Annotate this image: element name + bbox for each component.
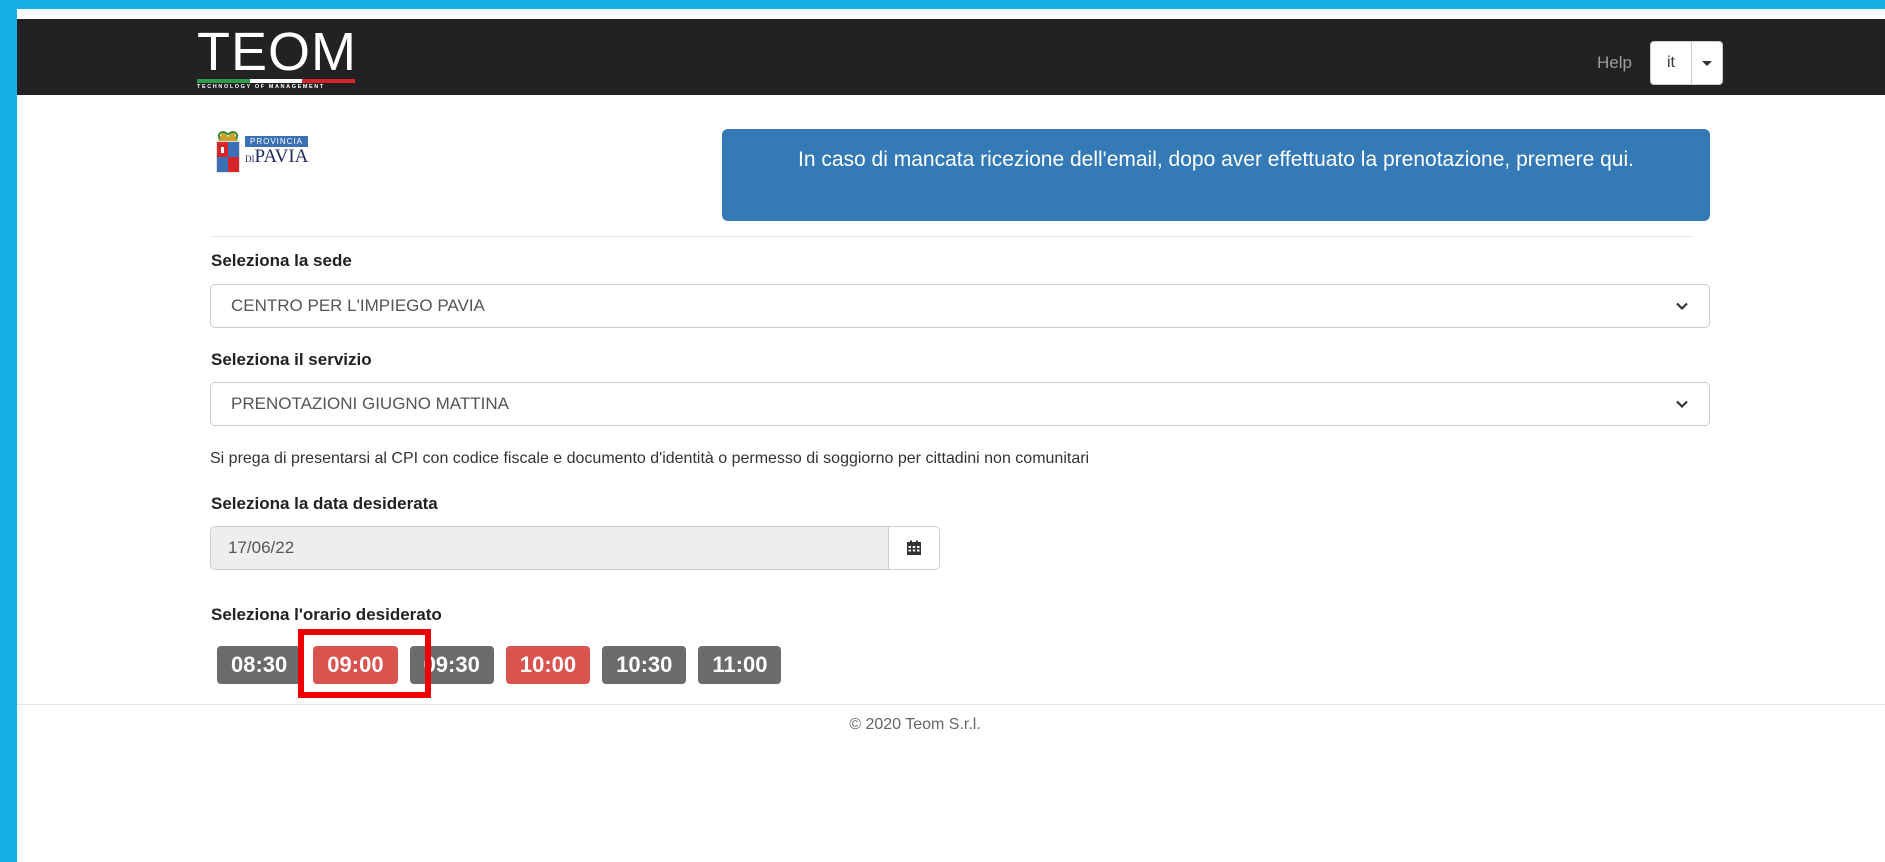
navbar-right: Help it	[1597, 41, 1723, 85]
sede-label: Seleziona la sede	[211, 251, 352, 270]
email-info-alert[interactable]: In caso di mancata ricezione dell'email,…	[722, 129, 1710, 221]
language-selector[interactable]: it	[1650, 41, 1723, 85]
caret-down-icon	[1702, 60, 1712, 66]
date-input[interactable]: 17/06/22	[210, 526, 888, 570]
servizio-selected-value: PRENOTAZIONI GIUGNO MATTINA	[231, 394, 509, 413]
footer: © 2020 Teom S.r.l.	[17, 716, 1885, 734]
documents-note: Si prega di presentarsi al CPI con codic…	[210, 450, 1090, 467]
calendar-icon	[907, 540, 921, 555]
calendar-button[interactable]	[888, 526, 940, 570]
copyright-text: © 2020 Teom S.r.l.	[849, 716, 981, 733]
date-picker: 17/06/22	[210, 526, 940, 570]
language-dropdown-toggle[interactable]	[1692, 42, 1722, 84]
provincia-text: PROVINCIA DIPAVIA	[245, 135, 309, 169]
chevron-down-icon	[1676, 302, 1688, 311]
orario-label: Seleziona l'orario desiderato	[211, 605, 442, 624]
sede-selected-value: CENTRO PER L'IMPIEGO PAVIA	[231, 296, 485, 315]
top-navbar: TEOM TECHNOLOGY OF MANAGEMENT Help it	[17, 19, 1885, 95]
servizio-select[interactable]: PRENOTAZIONI GIUGNO MATTINA	[210, 382, 1710, 426]
brand-flag-stripe	[197, 79, 356, 83]
data-label: Seleziona la data desiderata	[211, 494, 438, 513]
provincia-city: PAVIA	[254, 145, 309, 167]
footer-divider	[17, 704, 1885, 705]
time-slot-0830[interactable]: 08:30	[217, 646, 302, 684]
crest-icon	[216, 131, 240, 173]
brand-name: TEOM	[197, 22, 357, 82]
highlight-annotation	[298, 629, 431, 698]
language-button[interactable]: it	[1651, 42, 1692, 84]
provincia-pavia-logo: PROVINCIA DIPAVIA	[214, 129, 309, 175]
provincia-prefix: DI	[245, 153, 255, 164]
help-link[interactable]: Help	[1597, 53, 1632, 73]
brand-tagline: TECHNOLOGY OF MANAGEMENT	[197, 84, 325, 90]
header-divider	[210, 236, 1693, 237]
time-slot-1100[interactable]: 11:00	[698, 646, 782, 684]
provincia-name: DIPAVIA	[245, 145, 309, 169]
sede-select[interactable]: CENTRO PER L'IMPIEGO PAVIA	[210, 284, 1710, 328]
teom-logo[interactable]: TEOM TECHNOLOGY OF MANAGEMENT	[197, 22, 357, 90]
time-slot-1030[interactable]: 10:30	[602, 646, 687, 684]
servizio-label: Seleziona il servizio	[211, 350, 372, 369]
time-slot-1000[interactable]: 10:00	[505, 646, 591, 684]
chevron-down-icon	[1676, 400, 1688, 409]
